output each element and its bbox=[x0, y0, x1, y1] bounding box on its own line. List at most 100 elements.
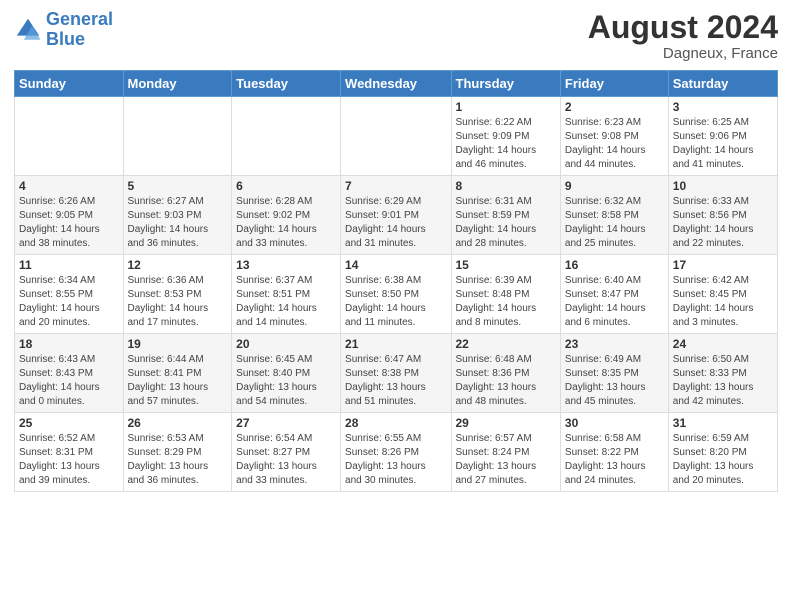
calendar-cell: 27 Sunrise: 6:54 AM Sunset: 8:27 PM Dayli… bbox=[232, 413, 341, 492]
calendar-cell: 3Sunrise: 6:25 AM Sunset: 9:06 PM Daylig… bbox=[668, 97, 777, 176]
day-info: Sunrise: 6:42 AM Sunset: 8:45 PM Dayligh… bbox=[673, 274, 773, 330]
calendar-cell: 8 Sunrise: 6:31 AM Sunset: 8:59 PM Daylig… bbox=[451, 176, 560, 255]
calendar-cell: 10Sunrise: 6:33 AM Sunset: 8:56 PM Dayli… bbox=[668, 176, 777, 255]
day-info: Sunrise: 6:54 AM Sunset: 8:27 PM Dayligh… bbox=[236, 432, 336, 488]
day-info: Sunrise: 6:38 AM Sunset: 8:50 PM Dayligh… bbox=[345, 274, 446, 330]
col-monday: Monday bbox=[123, 71, 232, 97]
day-info: Sunrise: 6:58 AM Sunset: 8:22 PM Dayligh… bbox=[565, 432, 664, 488]
calendar-cell: 24 Sunrise: 6:50 AM Sunset: 8:33 PM Dayli… bbox=[668, 334, 777, 413]
calendar-cell: 30 Sunrise: 6:58 AM Sunset: 8:22 PM Dayli… bbox=[560, 413, 668, 492]
calendar-cell: 31 Sunrise: 6:59 AM Sunset: 8:20 PM Dayli… bbox=[668, 413, 777, 492]
calendar-cell bbox=[341, 97, 451, 176]
col-friday: Friday bbox=[560, 71, 668, 97]
day-info: Sunrise: 6:55 AM Sunset: 8:26 PM Dayligh… bbox=[345, 432, 446, 488]
day-info: Sunrise: 6:43 AM Sunset: 8:43 PM Dayligh… bbox=[19, 353, 119, 409]
day-number: 15 bbox=[456, 258, 556, 272]
calendar-cell: 18Sunrise: 6:43 AM Sunset: 8:43 PM Dayli… bbox=[15, 334, 124, 413]
calendar-cell: 5 Sunrise: 6:27 AM Sunset: 9:03 PM Daylig… bbox=[123, 176, 232, 255]
day-number: 17 bbox=[673, 258, 773, 272]
logo-line1: General bbox=[46, 9, 113, 29]
day-number: 8 bbox=[456, 179, 556, 193]
calendar-cell: 29 Sunrise: 6:57 AM Sunset: 8:24 PM Dayli… bbox=[451, 413, 560, 492]
day-number: 9 bbox=[565, 179, 664, 193]
calendar-cell: 28Sunrise: 6:55 AM Sunset: 8:26 PM Dayli… bbox=[341, 413, 451, 492]
day-info: Sunrise: 6:23 AM Sunset: 9:08 PM Dayligh… bbox=[565, 116, 664, 172]
day-number: 23 bbox=[565, 337, 664, 351]
day-info: Sunrise: 6:31 AM Sunset: 8:59 PM Dayligh… bbox=[456, 195, 556, 251]
calendar-cell: 9 Sunrise: 6:32 AM Sunset: 8:58 PM Daylig… bbox=[560, 176, 668, 255]
col-sunday: Sunday bbox=[15, 71, 124, 97]
day-number: 31 bbox=[673, 416, 773, 430]
logo: General Blue bbox=[14, 10, 113, 50]
col-tuesday: Tuesday bbox=[232, 71, 341, 97]
calendar-week-1: 1Sunrise: 6:22 AM Sunset: 9:09 PM Daylig… bbox=[15, 97, 778, 176]
page-container: General Blue August 2024 Dagneux, France… bbox=[0, 0, 792, 502]
title-block: August 2024 Dagneux, France bbox=[588, 10, 778, 62]
calendar-cell: 20Sunrise: 6:45 AM Sunset: 8:40 PM Dayli… bbox=[232, 334, 341, 413]
day-number: 25 bbox=[19, 416, 119, 430]
day-info: Sunrise: 6:50 AM Sunset: 8:33 PM Dayligh… bbox=[673, 353, 773, 409]
day-info: Sunrise: 6:27 AM Sunset: 9:03 PM Dayligh… bbox=[128, 195, 228, 251]
col-wednesday: Wednesday bbox=[341, 71, 451, 97]
calendar-cell: 7Sunrise: 6:29 AM Sunset: 9:01 PM Daylig… bbox=[341, 176, 451, 255]
day-number: 12 bbox=[128, 258, 228, 272]
col-thursday: Thursday bbox=[451, 71, 560, 97]
day-info: Sunrise: 6:26 AM Sunset: 9:05 PM Dayligh… bbox=[19, 195, 119, 251]
day-info: Sunrise: 6:29 AM Sunset: 9:01 PM Dayligh… bbox=[345, 195, 446, 251]
calendar-cell: 11Sunrise: 6:34 AM Sunset: 8:55 PM Dayli… bbox=[15, 255, 124, 334]
day-info: Sunrise: 6:37 AM Sunset: 8:51 PM Dayligh… bbox=[236, 274, 336, 330]
day-info: Sunrise: 6:32 AM Sunset: 8:58 PM Dayligh… bbox=[565, 195, 664, 251]
day-number: 29 bbox=[456, 416, 556, 430]
day-info: Sunrise: 6:45 AM Sunset: 8:40 PM Dayligh… bbox=[236, 353, 336, 409]
calendar-header-row: Sunday Monday Tuesday Wednesday Thursday… bbox=[15, 71, 778, 97]
day-info: Sunrise: 6:49 AM Sunset: 8:35 PM Dayligh… bbox=[565, 353, 664, 409]
day-info: Sunrise: 6:44 AM Sunset: 8:41 PM Dayligh… bbox=[128, 353, 228, 409]
logo-line2: Blue bbox=[46, 29, 85, 49]
calendar-week-5: 25 Sunrise: 6:52 AM Sunset: 8:31 PM Dayli… bbox=[15, 413, 778, 492]
calendar-cell: 15 Sunrise: 6:39 AM Sunset: 8:48 PM Dayli… bbox=[451, 255, 560, 334]
calendar-cell: 13 Sunrise: 6:37 AM Sunset: 8:51 PM Dayli… bbox=[232, 255, 341, 334]
day-number: 26 bbox=[128, 416, 228, 430]
calendar-cell: 21Sunrise: 6:47 AM Sunset: 8:38 PM Dayli… bbox=[341, 334, 451, 413]
day-number: 22 bbox=[456, 337, 556, 351]
day-number: 14 bbox=[345, 258, 446, 272]
day-info: Sunrise: 6:47 AM Sunset: 8:38 PM Dayligh… bbox=[345, 353, 446, 409]
logo-text: General Blue bbox=[46, 10, 113, 50]
day-number: 30 bbox=[565, 416, 664, 430]
page-header: General Blue August 2024 Dagneux, France bbox=[14, 10, 778, 62]
logo-icon bbox=[14, 16, 42, 44]
calendar-cell: 2 Sunrise: 6:23 AM Sunset: 9:08 PM Daylig… bbox=[560, 97, 668, 176]
calendar-cell: 4 Sunrise: 6:26 AM Sunset: 9:05 PM Daylig… bbox=[15, 176, 124, 255]
day-number: 27 bbox=[236, 416, 336, 430]
location: Dagneux, France bbox=[588, 45, 778, 62]
day-number: 6 bbox=[236, 179, 336, 193]
calendar-week-3: 11Sunrise: 6:34 AM Sunset: 8:55 PM Dayli… bbox=[15, 255, 778, 334]
day-number: 19 bbox=[128, 337, 228, 351]
day-info: Sunrise: 6:33 AM Sunset: 8:56 PM Dayligh… bbox=[673, 195, 773, 251]
calendar-cell: 25 Sunrise: 6:52 AM Sunset: 8:31 PM Dayli… bbox=[15, 413, 124, 492]
calendar-table: Sunday Monday Tuesday Wednesday Thursday… bbox=[14, 70, 778, 492]
day-info: Sunrise: 6:57 AM Sunset: 8:24 PM Dayligh… bbox=[456, 432, 556, 488]
day-number: 5 bbox=[128, 179, 228, 193]
day-info: Sunrise: 6:59 AM Sunset: 8:20 PM Dayligh… bbox=[673, 432, 773, 488]
day-info: Sunrise: 6:52 AM Sunset: 8:31 PM Dayligh… bbox=[19, 432, 119, 488]
calendar-cell: 14 Sunrise: 6:38 AM Sunset: 8:50 PM Dayli… bbox=[341, 255, 451, 334]
calendar-cell: 23 Sunrise: 6:49 AM Sunset: 8:35 PM Dayli… bbox=[560, 334, 668, 413]
day-info: Sunrise: 6:40 AM Sunset: 8:47 PM Dayligh… bbox=[565, 274, 664, 330]
calendar-cell: 26Sunrise: 6:53 AM Sunset: 8:29 PM Dayli… bbox=[123, 413, 232, 492]
calendar-cell bbox=[123, 97, 232, 176]
day-number: 24 bbox=[673, 337, 773, 351]
calendar-cell: 22Sunrise: 6:48 AM Sunset: 8:36 PM Dayli… bbox=[451, 334, 560, 413]
day-number: 16 bbox=[565, 258, 664, 272]
calendar-cell bbox=[15, 97, 124, 176]
day-info: Sunrise: 6:39 AM Sunset: 8:48 PM Dayligh… bbox=[456, 274, 556, 330]
calendar-cell: 16 Sunrise: 6:40 AM Sunset: 8:47 PM Dayli… bbox=[560, 255, 668, 334]
calendar-week-2: 4 Sunrise: 6:26 AM Sunset: 9:05 PM Daylig… bbox=[15, 176, 778, 255]
day-number: 13 bbox=[236, 258, 336, 272]
day-info: Sunrise: 6:22 AM Sunset: 9:09 PM Dayligh… bbox=[456, 116, 556, 172]
day-number: 11 bbox=[19, 258, 119, 272]
calendar-cell bbox=[232, 97, 341, 176]
day-number: 4 bbox=[19, 179, 119, 193]
day-number: 2 bbox=[565, 100, 664, 114]
calendar-cell: 1Sunrise: 6:22 AM Sunset: 9:09 PM Daylig… bbox=[451, 97, 560, 176]
